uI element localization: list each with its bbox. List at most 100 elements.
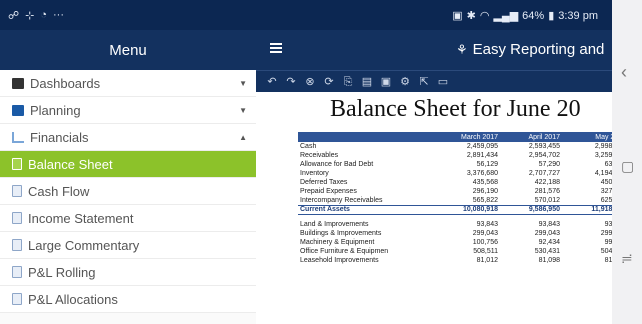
cell-value: 565,822 (472, 196, 498, 204)
menu-item-label: Financials (30, 129, 89, 145)
report-icon (12, 158, 22, 170)
cast-icon: ⊹ (25, 10, 35, 22)
cell-value: 81,098 (538, 257, 560, 264)
cell-value: 3,259,175 (594, 152, 612, 159)
menu-item-financials[interactable]: Financials ▲ (0, 124, 256, 151)
recent-apps-icon[interactable]: ▢ (621, 158, 634, 175)
menu-item-income-statement[interactable]: Income Statement (0, 205, 256, 232)
settings-icon[interactable]: ⚙ (399, 76, 411, 88)
cell-value: 435,568 (472, 179, 498, 186)
table-row: Intercompany Receivables 565,822 570,012 62… (298, 196, 612, 205)
row-label: Inventory (300, 170, 329, 177)
planning-icon (12, 104, 24, 116)
row-label: Cash (300, 143, 317, 150)
table-row: Machinery & Equipment 100,756 92,434 99,767 (298, 238, 612, 247)
status-bar: ☍ ⊹ ◔ ··· ▣ ✱ ◠ ▂▄▆ 64% ▮ 3:39 pm (0, 0, 612, 30)
logo-icon: ⚘ (456, 41, 468, 57)
row-label: Buildings & Improvements (300, 230, 382, 237)
menu-item-dashboards[interactable]: Dashboards ▼ (0, 70, 256, 97)
dashboard-icon (12, 77, 24, 89)
menu-item-label: Large Commentary (28, 237, 140, 253)
cell-value: 508,511 (473, 248, 498, 255)
undo-icon[interactable]: ↶ (266, 76, 278, 88)
pdf-icon[interactable]: ▤ (361, 76, 373, 88)
table-row: Office Furniture & Equipmen 508,511 530,43… (298, 247, 612, 256)
nav-menu-icon[interactable]: ≓ (621, 250, 633, 267)
battery-icon: ▮ (548, 10, 555, 22)
table-row: Allowance for Bad Debt 56,129 57,290 63,278 (298, 160, 612, 169)
app-title: ⚘ Easy Reporting and (456, 41, 604, 58)
cell-value: 4,194,077 (594, 170, 612, 177)
row-label: Intercompany Receivables (300, 196, 383, 204)
cell-value: 92,434 (538, 239, 560, 246)
status-right: ▣ ✱ ◠ ▂▄▆ 64% ▮ 3:39 pm (452, 9, 598, 23)
cell-value: 9,586,950 (500, 204, 562, 215)
report-icon (12, 266, 22, 278)
cell-value: 81,013 (604, 257, 612, 264)
total-row: Current Assets 10,080,918 9,586,950 11,9… (298, 204, 612, 215)
menu-header: Menu (0, 30, 256, 70)
cell-value: 296,190 (472, 188, 498, 195)
cell-value: 422,188 (534, 179, 560, 186)
battery-saver-icon: ▣ (452, 10, 463, 22)
menu-item-large-commentary[interactable]: Large Commentary (0, 232, 256, 259)
sync-icon: ◔ (40, 9, 48, 21)
wifi-icon: ◠ (479, 10, 490, 22)
report-icon (12, 212, 22, 224)
menu-item-label: Dashboards (30, 75, 101, 91)
save-icon[interactable]: ▣ (380, 76, 392, 88)
cell-value: 56,129 (476, 161, 498, 168)
redo-icon[interactable]: ↷ (285, 76, 297, 88)
report-icon (12, 239, 22, 251)
share-icon[interactable]: ⇱ (418, 76, 430, 88)
cell-value: 93,843 (538, 221, 560, 228)
table-row: Cash 2,459,095 2,593,455 2,998,162 (298, 142, 612, 151)
caret-down-icon: ▼ (239, 79, 247, 88)
cell-value: 299,043 (600, 230, 612, 237)
side-menu: Menu Dashboards ▼ Planning ▼ Financials … (0, 30, 256, 324)
cell-value: 10,080,918 (430, 204, 500, 215)
menu-item-pl-rolling[interactable]: P&L Rolling (0, 259, 256, 286)
refresh-icon[interactable]: ⟳ (323, 76, 335, 88)
report-title: Balance Sheet for June 20 (330, 96, 581, 122)
back-icon[interactable]: ‹ (621, 62, 627, 83)
menu-item-label: Cash Flow (28, 183, 90, 199)
document-icon[interactable]: ▭ (437, 76, 449, 88)
menu-item-cash-flow[interactable]: Cash Flow (0, 178, 256, 205)
menu-item-planning[interactable]: Planning ▼ (0, 97, 256, 124)
cell-value: 99,767 (604, 239, 612, 246)
cell-value: 2,998,162 (594, 143, 612, 150)
cell-value: 100,756 (472, 239, 498, 246)
cell-value: 2,593,455 (528, 143, 560, 150)
row-label: Deferred Taxes (300, 179, 348, 186)
battery-percent: 64% (522, 9, 545, 22)
menu-item-pl-allocations[interactable]: P&L Allocations (0, 286, 256, 313)
close-circle-icon[interactable]: ⊗ (304, 76, 316, 88)
menu-title: Menu (109, 41, 147, 59)
more-icon: ··· (53, 9, 65, 21)
caret-down-icon: ▼ (239, 106, 247, 115)
clock: 3:39 pm (558, 9, 598, 22)
cell-value: 2,707,727 (528, 170, 560, 177)
table-row: Inventory 3,376,680 2,707,727 4,194,077 (298, 169, 612, 178)
header-blank (298, 132, 430, 142)
column-header: March 2017 (430, 132, 500, 142)
menu-item-balance-sheet[interactable]: Balance Sheet (0, 151, 256, 178)
menu-item-label: Balance Sheet (28, 156, 113, 172)
cell-value: 504,776 (600, 248, 612, 255)
hamburger-menu-icon[interactable] (270, 43, 282, 53)
report-icon (12, 293, 22, 305)
report-icon (12, 185, 22, 197)
row-label: Prepaid Expenses (300, 188, 357, 195)
menu-item-label: Planning (30, 102, 81, 118)
cell-value: 11,918,222 (562, 204, 612, 215)
row-label: Land & Improvements (300, 221, 369, 228)
system-nav-bar: ‹ ▢ ≓ (612, 0, 642, 324)
export-icon[interactable]: ⎘ (342, 76, 354, 88)
cell-value: 570,012 (534, 196, 560, 204)
app-header: ⚘ Easy Reporting and (256, 30, 612, 70)
cell-value: 530,431 (534, 248, 560, 255)
cell-value: 2,459,095 (466, 143, 498, 150)
table-row: Leasehold Improvements 81,012 81,098 81,013 (298, 256, 612, 265)
table-row: Land & Improvements 93,843 93,843 93,843 (298, 220, 612, 229)
